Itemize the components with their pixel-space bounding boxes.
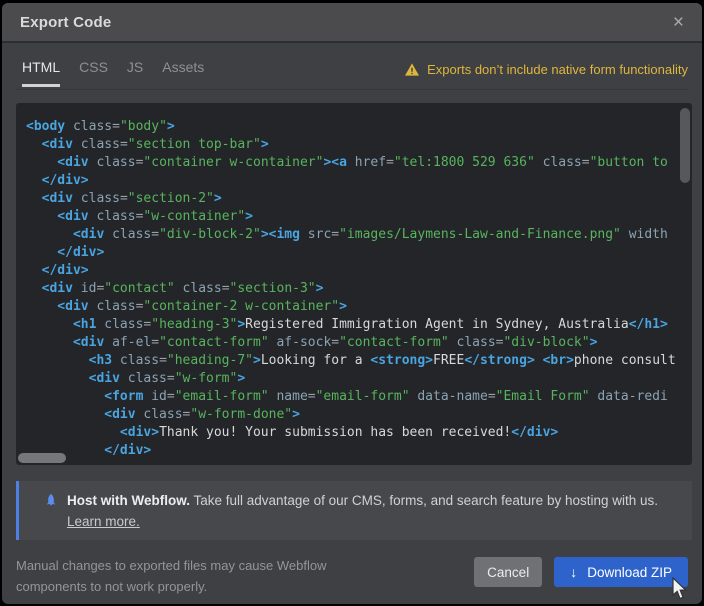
code-content: <body class="body"> <div class="section … [16, 103, 676, 460]
footer-note: Manual changes to exported files may cau… [16, 555, 326, 597]
code-line: <div class="div-block-2"><img src="image… [26, 226, 676, 244]
code-line: </div> [26, 172, 676, 190]
tab-assets[interactable]: Assets [162, 59, 204, 87]
code-line: <div class="w-container"> [26, 208, 676, 226]
close-icon[interactable]: × [673, 13, 684, 32]
code-line: </div> [26, 442, 676, 460]
code-line: </div> [26, 244, 676, 262]
vertical-scrollbar-thumb[interactable] [680, 108, 690, 183]
tab-css[interactable]: CSS [79, 59, 108, 87]
tab-divider [16, 89, 688, 90]
learn-more-link[interactable]: Learn more. [67, 511, 140, 532]
tab-js[interactable]: JS [127, 59, 143, 87]
code-line: <div>Thank you! Your submission has been… [26, 424, 676, 442]
banner-body-text: Take full advantage of our CMS, forms, a… [190, 493, 658, 508]
footer-buttons: Cancel ↓ Download ZIP [474, 557, 688, 587]
banner-bold-text: Host with Webflow. [67, 493, 190, 508]
code-line: <body class="body"> [26, 118, 676, 136]
horizontal-scrollbar-thumb[interactable] [18, 453, 66, 463]
form-warning: Exports don’t include native form functi… [405, 62, 688, 77]
dialog-title: Export Code [20, 14, 111, 31]
code-line: <div class="w-form-done"> [26, 406, 676, 424]
code-line: <h1 class="heading-3">Registered Immigra… [26, 316, 676, 334]
tab-html[interactable]: HTML [22, 59, 60, 87]
code-line: <div af-el="contact-form" af-sock="conta… [26, 334, 676, 352]
code-line: </div> [26, 262, 676, 280]
tab-bar: HTML CSS JS Assets [22, 59, 204, 87]
code-line: <div class="section-2"> [26, 190, 676, 208]
export-code-dialog: Export Code × HTML CSS JS Assets Exports do… [2, 3, 702, 604]
rocket-icon [43, 493, 59, 509]
warning-icon [405, 63, 419, 76]
footer-note-line1: Manual changes to exported files may cau… [16, 558, 326, 573]
code-viewport[interactable]: <body class="body"> <div class="section … [16, 103, 692, 465]
code-line: <form id="email-form" name="email-form" … [26, 388, 676, 406]
code-line: <h3 class="heading-7">Looking for a <str… [26, 352, 676, 370]
cancel-button[interactable]: Cancel [474, 557, 542, 587]
code-line: <div class="container-2 w-container"> [26, 298, 676, 316]
code-line: <div id="contact" class="section-3"> [26, 280, 676, 298]
download-arrow-icon: ↓ [570, 565, 577, 579]
footer-note-line2: components to not work properly. [16, 579, 207, 594]
banner-text: Host with Webflow. Take full advantage o… [67, 490, 676, 532]
tab-bar-section: HTML CSS JS Assets Exports don’t include na… [2, 45, 702, 95]
mouse-cursor [670, 577, 688, 601]
code-line: <div class="w-form"> [26, 370, 676, 388]
warning-text: Exports don’t include native form functi… [427, 62, 688, 77]
download-zip-button[interactable]: ↓ Download ZIP [554, 557, 688, 587]
code-line: <div class="section top-bar"> [26, 136, 676, 154]
host-with-webflow-banner: Host with Webflow. Take full advantage o… [16, 481, 692, 540]
download-label: Download ZIP [587, 565, 672, 580]
code-line: <div class="container w-container"><a hr… [26, 154, 676, 172]
dialog-titlebar: Export Code × [2, 3, 702, 43]
